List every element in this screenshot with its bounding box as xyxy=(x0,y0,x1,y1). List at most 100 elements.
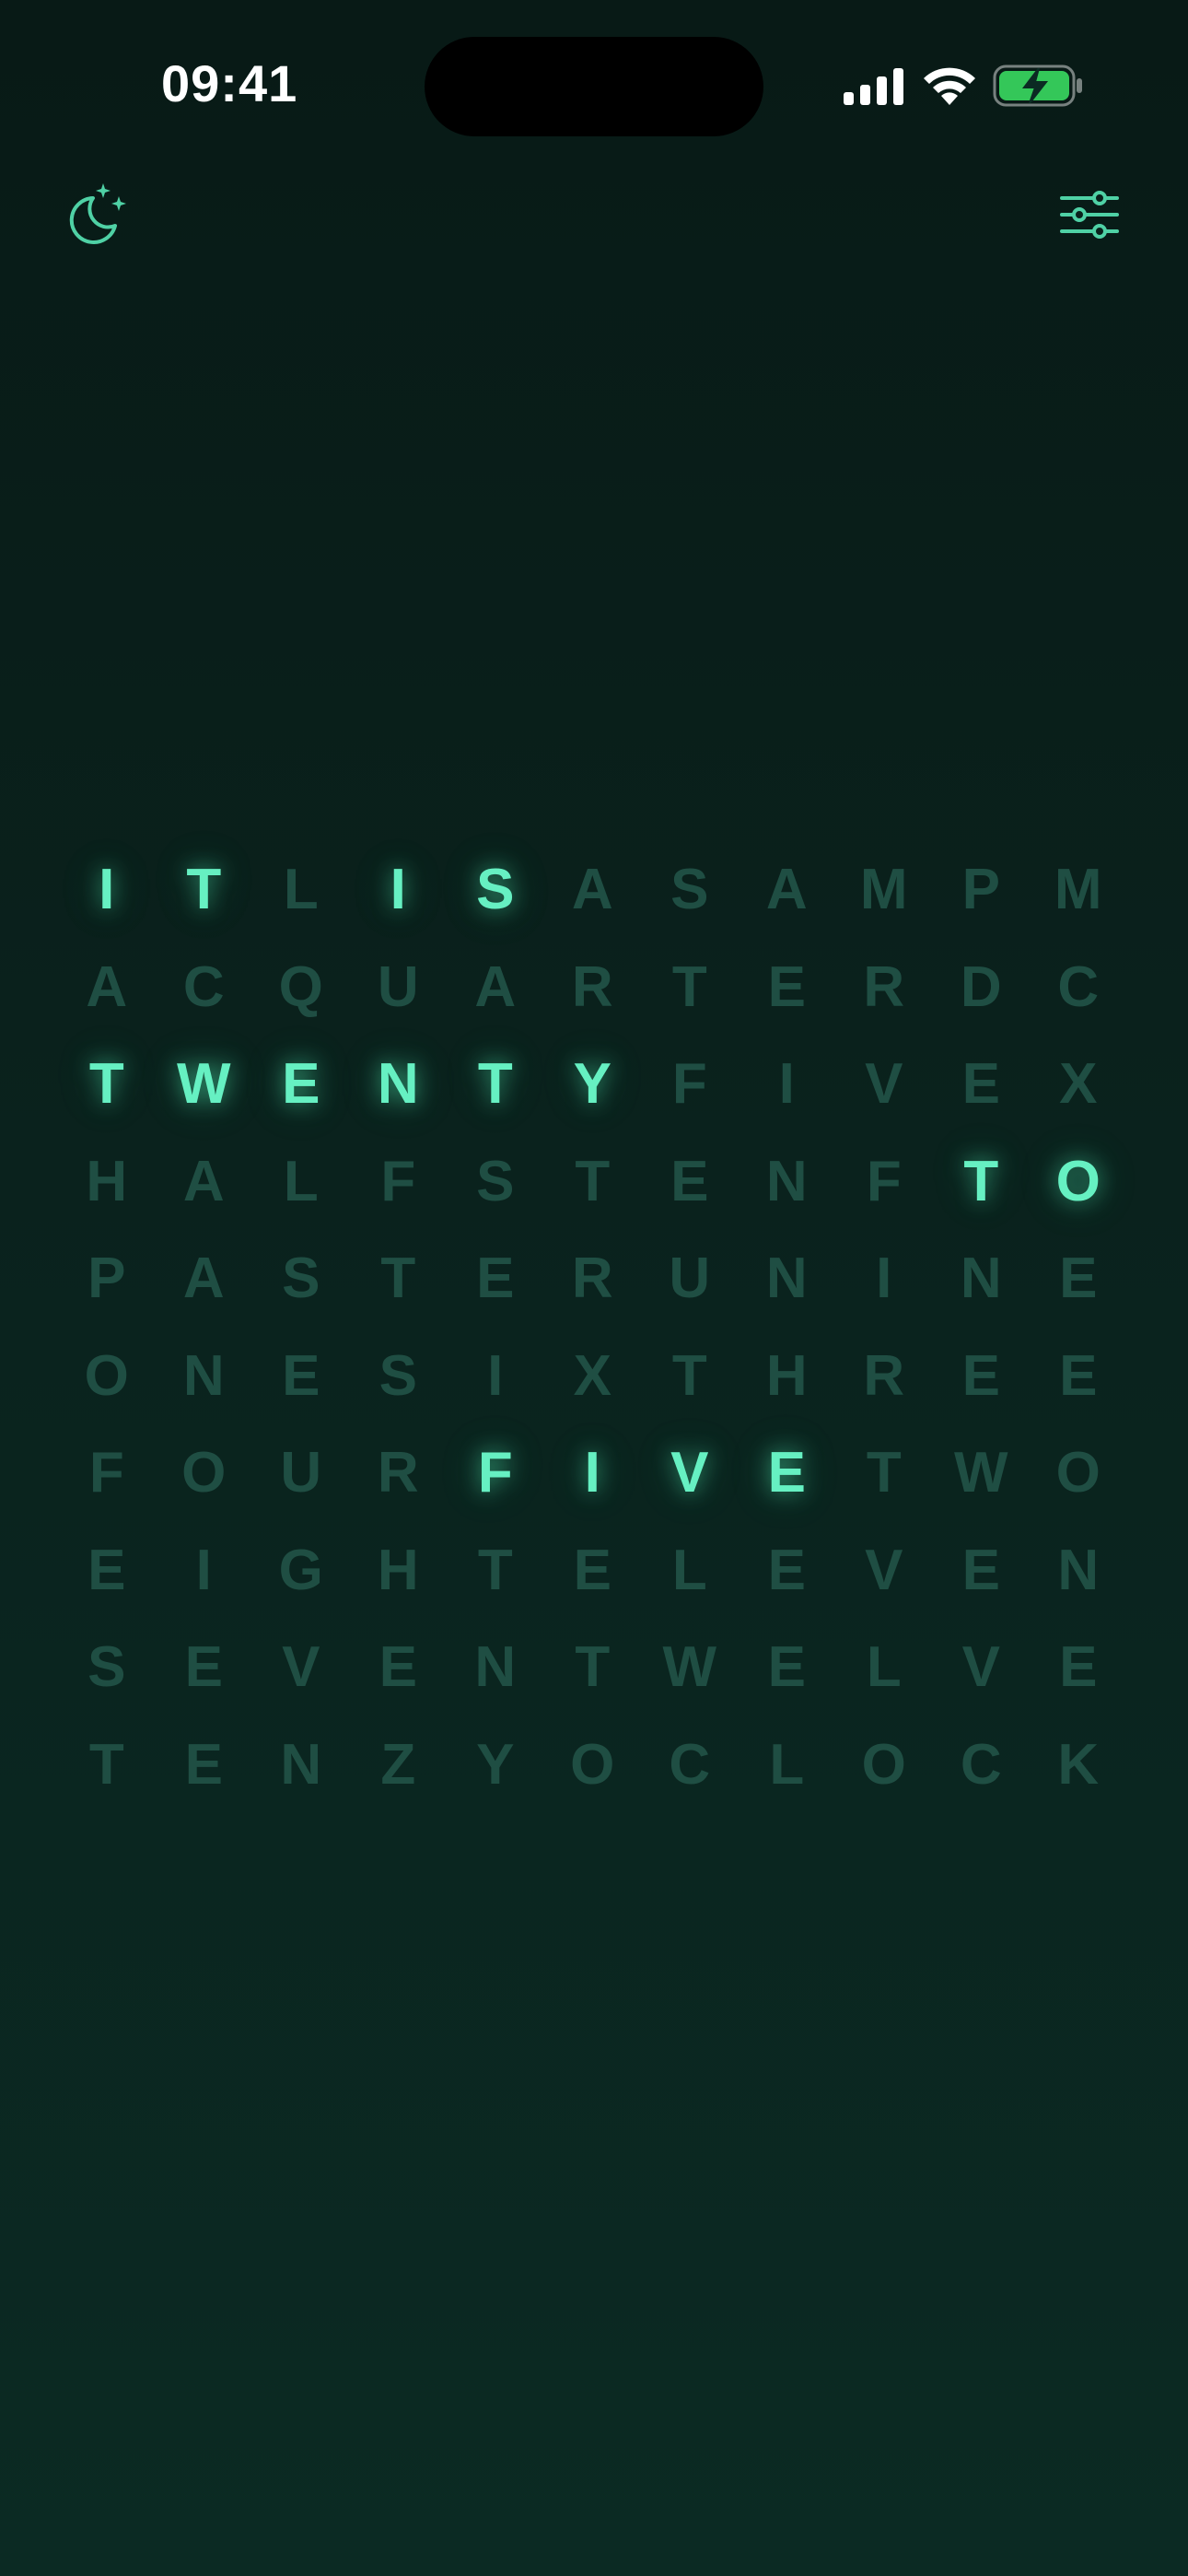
clock-letter: L xyxy=(866,1635,902,1700)
clock-letter-lit: T xyxy=(477,1052,513,1117)
clock-letter-lit: I xyxy=(584,1441,600,1505)
clock-letter-lit: E xyxy=(282,1052,320,1117)
clock-letter-lit: I xyxy=(390,858,406,922)
status-bar: 09:41 xyxy=(0,0,1188,175)
clock-letter: A xyxy=(182,1149,225,1213)
clock-letter: L xyxy=(769,1732,805,1797)
clock-letter: L xyxy=(671,1538,707,1602)
clock-letter: I xyxy=(778,1052,795,1117)
settings-sliders-icon xyxy=(1060,191,1119,239)
clock-letter-lit: F xyxy=(477,1441,513,1505)
clock-letter: E xyxy=(282,1343,320,1408)
clock-letter: M xyxy=(1054,858,1102,922)
clock-letter: V xyxy=(865,1052,903,1117)
clock-letter: A xyxy=(571,858,613,922)
clock-letter: N xyxy=(765,1149,808,1213)
clock-letter: A xyxy=(182,1247,225,1311)
clock-letter: V xyxy=(282,1635,320,1700)
clock-letter: X xyxy=(1059,1052,1098,1117)
clock-letter: T xyxy=(88,1732,124,1797)
clock-letter: U xyxy=(669,1247,711,1311)
clock-letter: W xyxy=(662,1635,717,1700)
clock-letter: E xyxy=(476,1247,515,1311)
clock-letter: S xyxy=(379,1343,417,1408)
clock-letter-lit: E xyxy=(767,1441,806,1505)
clock-letter: S xyxy=(282,1247,320,1311)
clock-letter-lit: T xyxy=(186,858,222,922)
clock-letter: E xyxy=(767,954,806,1019)
clock-letter: H xyxy=(377,1538,419,1602)
clock-letter: O xyxy=(1055,1441,1101,1505)
clock-letter-lit: Y xyxy=(573,1052,611,1117)
moon-stars-icon xyxy=(69,183,126,244)
word-clock-screen: { "status_bar": { "time": "09:41", "icon… xyxy=(0,0,1188,2576)
clock-letter: N xyxy=(182,1343,225,1408)
clock-letter: I xyxy=(195,1538,212,1602)
clock-letter-lit: I xyxy=(99,858,115,922)
clock-letter: V xyxy=(865,1538,903,1602)
clock-letter: A xyxy=(765,858,808,922)
clock-letter: L xyxy=(283,1149,319,1213)
clock-letter: O xyxy=(861,1732,906,1797)
clock-letter: Q xyxy=(278,954,323,1019)
clock-letter: X xyxy=(573,1343,611,1408)
clock-letter: I xyxy=(876,1247,892,1311)
clock-letter: T xyxy=(671,954,707,1019)
settings-button[interactable] xyxy=(1048,173,1131,256)
clock-letter: Y xyxy=(476,1732,515,1797)
clock-letter: F xyxy=(380,1149,416,1213)
clock-letter: S xyxy=(87,1635,126,1700)
clock-letter: F xyxy=(866,1149,902,1213)
battery-charging-icon xyxy=(993,64,1082,107)
clock-letter: E xyxy=(961,1538,1000,1602)
clock-letter: C xyxy=(1057,954,1100,1019)
clock-letter: R xyxy=(377,1441,419,1505)
clock-letter: M xyxy=(859,858,908,922)
clock-letter: O xyxy=(84,1343,129,1408)
clock-letter: E xyxy=(184,1732,223,1797)
clock-letter: P xyxy=(961,858,1000,922)
clock-letter-lit: V xyxy=(670,1441,709,1505)
clock-letter: E xyxy=(184,1635,223,1700)
clock-letter: E xyxy=(670,1149,709,1213)
clock-letter: N xyxy=(765,1247,808,1311)
clock-letter: R xyxy=(863,1343,905,1408)
clock-letter: R xyxy=(571,954,613,1019)
clock-letter: F xyxy=(671,1052,707,1117)
clock-letter: N xyxy=(1057,1538,1100,1602)
clock-letter-lit: S xyxy=(476,858,515,922)
clock-letter: K xyxy=(1057,1732,1100,1797)
clock-letter: U xyxy=(377,954,419,1019)
clock-letter: S xyxy=(476,1149,515,1213)
clock-letter-lit: W xyxy=(176,1052,231,1117)
clock-letter: E xyxy=(961,1052,1000,1117)
clock-letter: N xyxy=(474,1635,517,1700)
clock-letter: O xyxy=(181,1441,227,1505)
clock-letter: N xyxy=(280,1732,322,1797)
clock-letter: T xyxy=(866,1441,902,1505)
clock-letter: S xyxy=(670,858,709,922)
clock-letter: E xyxy=(1059,1343,1098,1408)
clock-letter: T xyxy=(671,1343,707,1408)
clock-letter: O xyxy=(570,1732,615,1797)
clock-letter: R xyxy=(571,1247,613,1311)
clock-letter: A xyxy=(474,954,517,1019)
clock-letter: U xyxy=(280,1441,322,1505)
clock-letter: G xyxy=(278,1538,323,1602)
word-clock-grid: ITLISASAMPMACQUARTERDCTWENTYFIVEXHALFSTE… xyxy=(58,841,1136,1813)
clock-letter: C xyxy=(960,1732,1002,1797)
clock-letter: E xyxy=(87,1538,126,1602)
clock-letter: F xyxy=(88,1441,124,1505)
clock-letter: H xyxy=(86,1149,128,1213)
dynamic-island xyxy=(425,37,763,136)
clock-letter: E xyxy=(961,1343,1000,1408)
clock-letter: T xyxy=(575,1635,611,1700)
clock-letter: T xyxy=(380,1247,416,1311)
clock-letter-lit: T xyxy=(88,1052,124,1117)
clock-letter: E xyxy=(767,1538,806,1602)
clock-letter: R xyxy=(863,954,905,1019)
status-time: 09:41 xyxy=(161,54,298,112)
clock-letter: D xyxy=(960,954,1002,1019)
clock-letter: L xyxy=(283,858,319,922)
night-mode-button[interactable] xyxy=(53,173,136,256)
